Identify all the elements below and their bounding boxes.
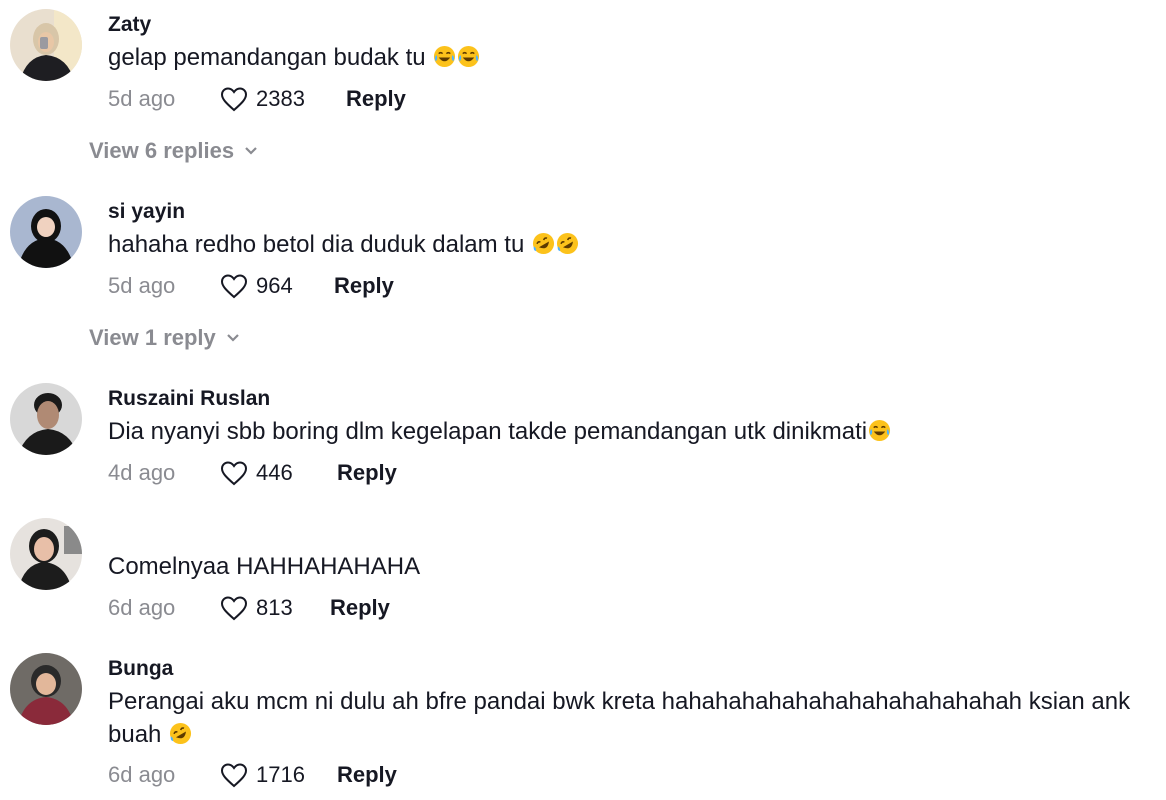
comment-meta: 4d ago 446 Reply: [108, 456, 397, 490]
heart-icon[interactable]: [220, 86, 248, 112]
avatar[interactable]: [10, 196, 82, 268]
like-count: 1716: [256, 762, 305, 787]
avatar[interactable]: [10, 383, 82, 455]
comment-time: 5d ago: [108, 273, 176, 298]
rolling-on-floor-laughing-emoji: [532, 232, 555, 255]
reply-button[interactable]: Reply: [337, 460, 397, 486]
like-button[interactable]: 446: [220, 460, 337, 486]
like-button[interactable]: 813: [220, 595, 330, 621]
avatar[interactable]: [10, 653, 82, 725]
tears-of-joy-emoji: [434, 45, 456, 68]
comment-meta: 5d ago 2383 Reply: [108, 82, 406, 116]
comment-meta: 6d ago 1716 Reply: [108, 758, 397, 792]
comment-username[interactable]: Ruszaini Ruslan: [108, 387, 270, 411]
comment-time: 4d ago: [108, 460, 176, 485]
reply-button[interactable]: Reply: [346, 86, 406, 112]
tears-of-joy-emoji: [869, 419, 891, 442]
like-count: 446: [256, 460, 293, 485]
heart-icon[interactable]: [220, 595, 248, 621]
comment-text-body: gelap pemandangan budak tu: [108, 44, 426, 71]
comment-meta: 6d ago 813 Reply: [108, 591, 390, 625]
avatar[interactable]: [10, 9, 82, 81]
heart-icon[interactable]: [220, 273, 248, 299]
avatar[interactable]: [10, 518, 82, 590]
like-count: 813: [256, 595, 293, 620]
comment-text: Dia nyanyi sbb boring dlm kegelapan takd…: [108, 415, 1148, 448]
like-count: 964: [256, 273, 293, 298]
comment-text-body: hahaha redho betol dia duduk dalam tu: [108, 231, 525, 258]
view-replies-label: View 6 replies: [89, 138, 235, 163]
comment-username[interactable]: si yayin: [108, 200, 185, 224]
comment-text: Perangai aku mcm ni dulu ah bfre pandai …: [108, 685, 1148, 751]
like-button[interactable]: 2383: [220, 86, 346, 112]
view-replies-label: View 1 reply: [89, 325, 216, 350]
view-replies-button[interactable]: View 6 replies: [89, 138, 258, 164]
comment-time: 5d ago: [108, 86, 176, 111]
comment-text: hahaha redho betol dia duduk dalam tu: [108, 228, 1148, 261]
reply-button[interactable]: Reply: [334, 273, 394, 299]
comment-text-body: Perangai aku mcm ni dulu ah bfre pandai …: [108, 688, 1131, 748]
rolling-on-floor-laughing-emoji: [556, 232, 579, 255]
comment-text: gelap pemandangan budak tu: [108, 41, 1148, 74]
chevron-down-icon: [245, 147, 257, 155]
comment-text-body: Comelnyaa HAHHAHAHAHA: [108, 553, 421, 580]
reply-button[interactable]: Reply: [337, 762, 397, 788]
chevron-down-icon: [227, 334, 239, 342]
comment-meta: 5d ago 964 Reply: [108, 269, 394, 303]
heart-icon[interactable]: [220, 762, 248, 788]
comment-username[interactable]: Zaty: [108, 13, 151, 37]
comment-time: 6d ago: [108, 595, 176, 620]
comment-time: 6d ago: [108, 762, 176, 787]
reply-button[interactable]: Reply: [330, 595, 390, 621]
like-button[interactable]: 964: [220, 273, 334, 299]
like-count: 2383: [256, 86, 305, 111]
like-button[interactable]: 1716: [220, 762, 337, 788]
comment-text: Comelnyaa HAHHAHAHAHA: [108, 550, 1148, 583]
view-replies-button[interactable]: View 1 reply: [89, 325, 240, 351]
comment-text-body: Dia nyanyi sbb boring dlm kegelapan takd…: [108, 418, 868, 445]
heart-icon[interactable]: [220, 460, 248, 486]
rolling-on-floor-laughing-emoji: [170, 722, 192, 745]
comment-username[interactable]: Bunga: [108, 657, 173, 681]
tears-of-joy-emoji: [458, 45, 480, 68]
